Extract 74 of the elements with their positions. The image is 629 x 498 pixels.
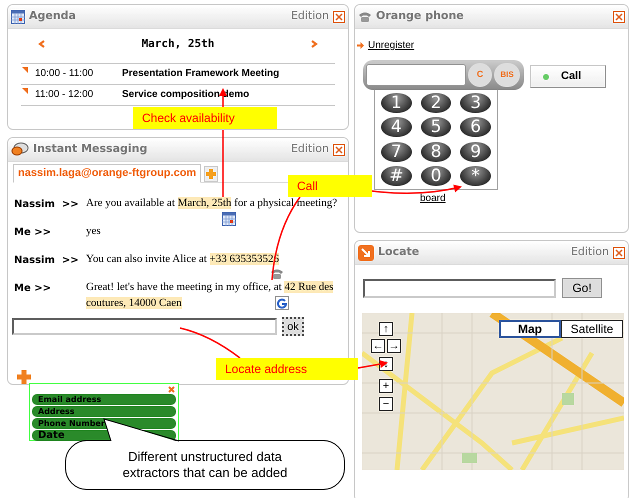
phone-icon [358, 10, 372, 22]
close-icon[interactable] [333, 144, 345, 156]
phone-icon[interactable] [270, 268, 284, 280]
agenda-date: March, 25th [140, 36, 216, 52]
address-input[interactable] [363, 278, 556, 298]
map-type-tab[interactable]: Satellite [561, 320, 623, 338]
keypad-key[interactable]: 5 [420, 117, 452, 138]
close-icon[interactable] [613, 246, 625, 258]
zoom-in-button[interactable]: + [379, 379, 393, 393]
event-time: 10:00 - 11:00 [35, 67, 94, 81]
contact-tab[interactable]: nassim.laga@orange-ftgroup.com [13, 164, 202, 183]
keypad-key[interactable]: # [381, 166, 412, 186]
panel-title: Agenda [29, 8, 76, 24]
add-tab-icon[interactable] [204, 166, 218, 182]
arrow-icon [357, 42, 364, 49]
next-day-icon[interactable] [310, 40, 318, 48]
keypad-key[interactable]: 0 [420, 166, 452, 186]
message-text: Are you available at March, 25th for a physical meeting? [86, 195, 340, 212]
pan-left-button[interactable]: ← [371, 339, 385, 353]
unregister-link[interactable]: Unregister [368, 38, 414, 53]
number-input[interactable] [366, 64, 466, 86]
event-bullet-icon [22, 88, 28, 94]
message-input[interactable] [12, 318, 277, 335]
edition-link[interactable]: Edition [570, 244, 609, 261]
send-button[interactable]: ok [282, 317, 304, 336]
message-sender: Me >> [14, 282, 52, 296]
go-button[interactable]: Go! [562, 278, 602, 298]
dot-icon [543, 74, 549, 80]
keypad-link[interactable]: board [420, 191, 628, 206]
panel-title: Instant Messaging [33, 141, 148, 158]
chat-icon [11, 142, 29, 157]
add-icon[interactable] [14, 368, 34, 386]
annotation-label: Locate address [216, 358, 358, 380]
call-button[interactable]: Call [530, 65, 606, 88]
annotation-label: Call [288, 175, 372, 197]
previous-day-icon[interactable] [38, 40, 46, 48]
event-title[interactable]: Presentation Framework Meeting [122, 66, 280, 81]
keypad-key[interactable]: 8 [420, 142, 452, 162]
event-time: 11:00 - 12:00 [35, 88, 94, 102]
extractor-item[interactable]: Email address [32, 394, 176, 405]
pan-right-button[interactable]: → [387, 339, 401, 353]
connector-line [180, 327, 240, 359]
map-drawing[interactable] [362, 313, 624, 470]
edition-link[interactable]: Edition [290, 141, 329, 158]
message-text: yes [86, 224, 102, 239]
connector-line [222, 130, 224, 197]
keypad-key[interactable]: 7 [381, 142, 412, 162]
locate-icon [358, 244, 374, 260]
calendar-icon[interactable] [222, 212, 236, 226]
close-icon[interactable] [613, 10, 625, 22]
message-sender: Nassim >> [14, 254, 80, 268]
pan-up-button[interactable]: ↑ [379, 322, 393, 336]
edition-link[interactable]: Edition [290, 8, 329, 25]
keypad-key[interactable]: 6 [460, 117, 491, 138]
keypad-key[interactable]: 3 [460, 93, 491, 113]
panel-title: Locate [378, 244, 420, 260]
keypad-key[interactable]: 2 [420, 93, 452, 113]
map-type-tab[interactable]: Map [499, 320, 561, 338]
keypad-key[interactable]: 1 [381, 93, 412, 113]
message-text: Great! let's have the meeting in my office, at 42 Rue des coutures, 14000 Caen [86, 280, 334, 311]
event-bullet-icon [22, 66, 28, 72]
close-icon[interactable] [333, 10, 345, 22]
keypad-key[interactable]: 4 [381, 117, 412, 138]
calendar-icon [11, 10, 25, 24]
keypad-key[interactable]: 9 [460, 142, 491, 162]
keypad-key[interactable]: * [460, 166, 491, 186]
message-sender: Nassim >> [14, 198, 80, 212]
extractor-item[interactable]: Address [32, 406, 176, 417]
zoom-out-button[interactable]: − [379, 397, 393, 411]
panel-title: Orange phone [376, 8, 464, 24]
close-icon[interactable] [168, 386, 175, 393]
message-sender: Me >> [14, 226, 52, 240]
map-search-icon[interactable] [275, 296, 290, 310]
annotation-label: Check availability [133, 107, 277, 129]
